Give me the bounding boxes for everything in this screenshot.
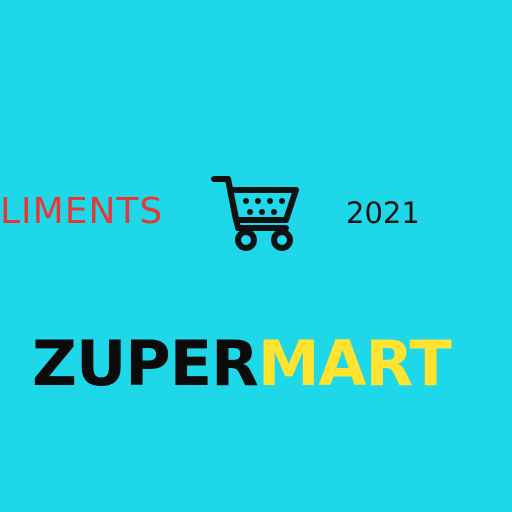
brand-secondary-text: MART: [257, 327, 452, 400]
brand-primary-text: ZUPER: [32, 327, 259, 400]
logo-canvas: LIMENTS 2021 ZUPERMART: [0, 0, 512, 512]
logo-top-text: LIMENTS: [0, 191, 164, 232]
logo-year: 2021: [346, 196, 420, 230]
brand-name: ZUPERMART: [32, 326, 452, 402]
shopping-cart-icon: [211, 176, 299, 251]
